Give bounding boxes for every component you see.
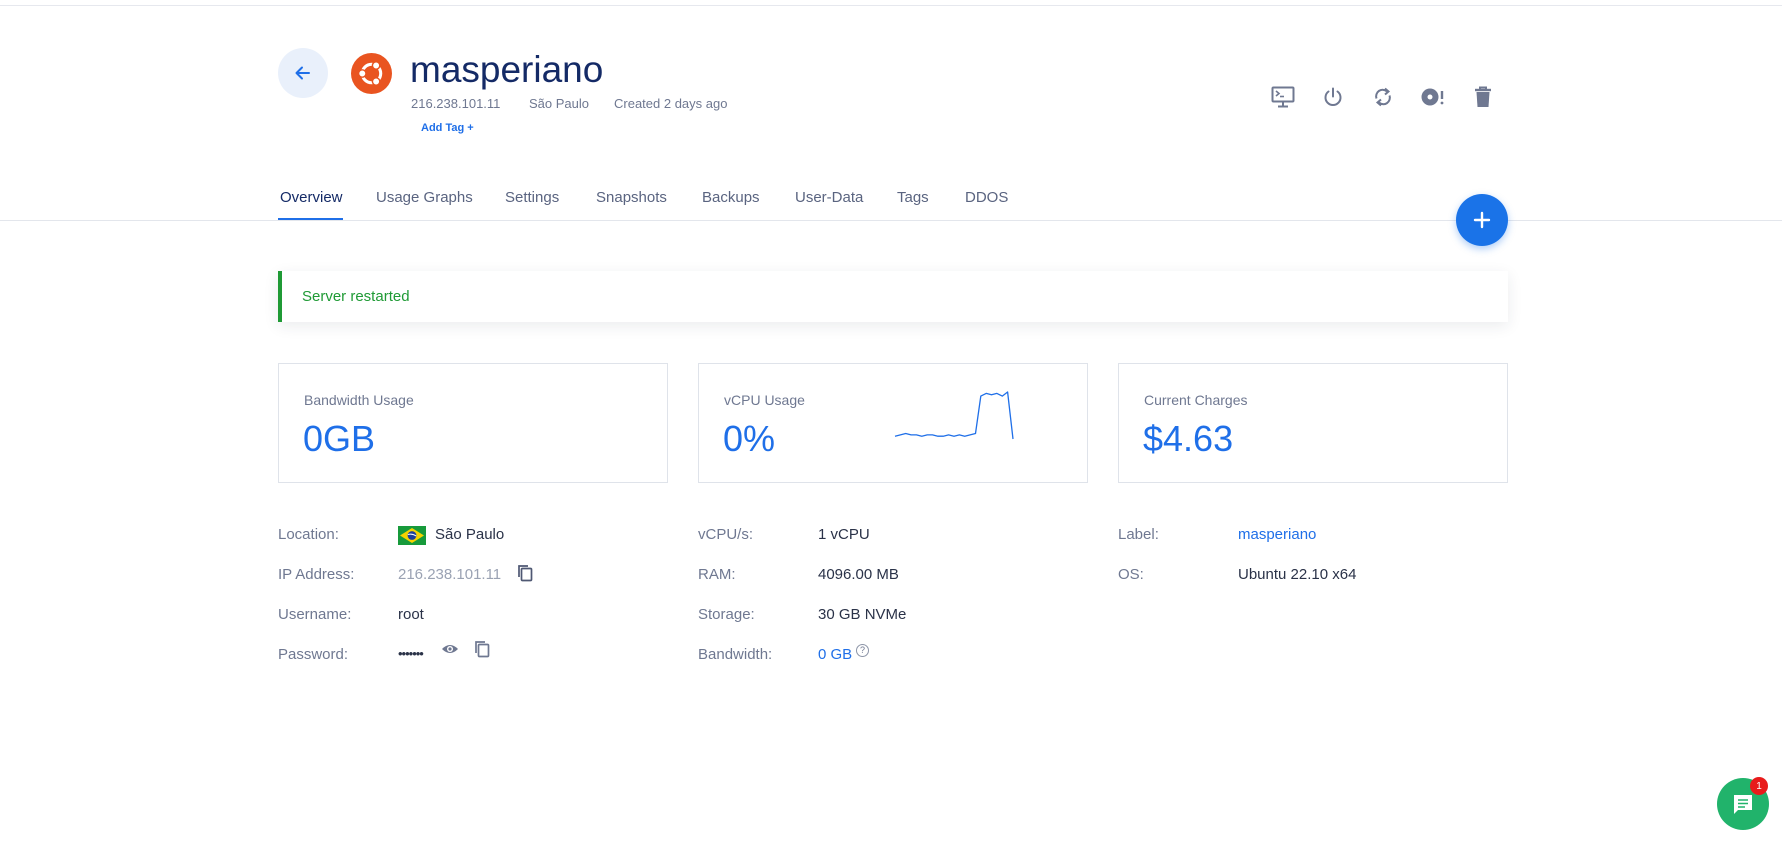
plus-icon: [1473, 211, 1491, 229]
vcpu-sparkline-line: [894, 391, 1014, 440]
storage-label: Storage:: [698, 606, 755, 623]
copy-password-button[interactable]: [472, 639, 492, 659]
vcpu-spec-value: 1 vCPU: [818, 526, 870, 543]
os-label: OS:: [1118, 566, 1144, 583]
back-button[interactable]: [278, 48, 328, 98]
server-title: masperiano: [410, 49, 604, 90]
arrow-left-icon: [295, 66, 310, 80]
add-tag-link[interactable]: Add Tag +: [421, 122, 474, 134]
bandwidth-spec-label: Bandwidth:: [698, 646, 773, 663]
show-password-button[interactable]: [440, 639, 460, 659]
brazil-flag-icon: [398, 526, 426, 545]
vcpu-spec-label: vCPU/s:: [698, 526, 754, 543]
success-alert: Server restarted: [278, 271, 1508, 322]
destroy-button[interactable]: [1469, 84, 1497, 110]
ram-value: 4096.00 MB: [818, 566, 899, 583]
password-label: Password:: [278, 646, 349, 663]
tab-settings[interactable]: Settings: [505, 188, 559, 208]
eye-icon: [442, 645, 458, 653]
tab-backups[interactable]: Backups: [702, 188, 760, 208]
current-charges-label: Current Charges: [1144, 392, 1248, 408]
server-label-label: Label:: [1118, 526, 1159, 543]
iso-button[interactable]: [1419, 84, 1447, 110]
deploy-plus-button[interactable]: [1456, 194, 1508, 246]
copy-ip-button[interactable]: [515, 563, 535, 583]
current-charges-value: $4.63: [1143, 418, 1234, 459]
current-charges-card: Current Charges $4.63: [1118, 363, 1508, 483]
power-button[interactable]: [1319, 84, 1347, 110]
ip-address-value: 216.238.101.11: [398, 566, 502, 583]
trash-icon: [1475, 86, 1491, 107]
server-location-meta: São Paulo: [529, 96, 589, 111]
bandwidth-usage-card: Bandwidth Usage 0GB: [278, 363, 668, 483]
tab-snapshots[interactable]: Snapshots: [596, 188, 667, 208]
bandwidth-usage-label: Bandwidth Usage: [304, 392, 414, 408]
ubuntu-logo-icon: [351, 53, 392, 94]
ip-address-label: IP Address:: [278, 566, 355, 583]
password-value: •••••••: [398, 646, 424, 661]
bandwidth-usage-value: 0GB: [303, 418, 376, 459]
username-value: root: [398, 606, 424, 623]
tab-overview[interactable]: Overview: [280, 188, 343, 208]
tabs-divider: [0, 220, 1782, 221]
tab-usage-graphs[interactable]: Usage Graphs: [376, 188, 473, 208]
tab-ddos[interactable]: DDOS: [965, 188, 1008, 208]
location-value: São Paulo: [435, 526, 505, 543]
storage-value: 30 GB NVMe: [818, 606, 907, 623]
server-created-meta: Created 2 days ago: [614, 96, 728, 111]
vcpu-usage-label: vCPU Usage: [724, 392, 805, 408]
location-label: Location:: [278, 526, 339, 543]
tab-tags[interactable]: Tags: [897, 188, 929, 208]
vcpu-sparkline: [894, 391, 1014, 440]
power-icon: [1324, 87, 1342, 106]
top-divider: [0, 5, 1782, 6]
restart-button[interactable]: [1369, 84, 1397, 110]
ram-label: RAM:: [698, 566, 736, 583]
copy-icon: [518, 565, 533, 582]
console-button[interactable]: [1269, 84, 1297, 110]
server-ip-meta: 216.238.101.11: [411, 96, 501, 111]
server-label-value[interactable]: masperiano: [1238, 525, 1316, 545]
vcpu-usage-value: 0%: [723, 418, 776, 459]
tab-user-data[interactable]: User-Data: [795, 188, 863, 208]
disc-icon: [1421, 88, 1444, 106]
os-value: Ubuntu 22.10 x64: [1238, 566, 1357, 583]
alert-message: Server restarted: [302, 288, 410, 305]
copy-icon: [475, 641, 490, 658]
monitor-console-icon: [1271, 86, 1295, 108]
bandwidth-spec-value[interactable]: 0 GB: [818, 645, 852, 665]
vcpu-usage-card: vCPU Usage 0%: [698, 363, 1088, 483]
restart-icon: [1375, 87, 1391, 107]
chat-notification-badge: 1: [1750, 777, 1768, 795]
username-label: Username:: [278, 606, 352, 623]
bandwidth-help-icon[interactable]: ?: [856, 644, 869, 657]
chat-icon: [1734, 795, 1752, 814]
